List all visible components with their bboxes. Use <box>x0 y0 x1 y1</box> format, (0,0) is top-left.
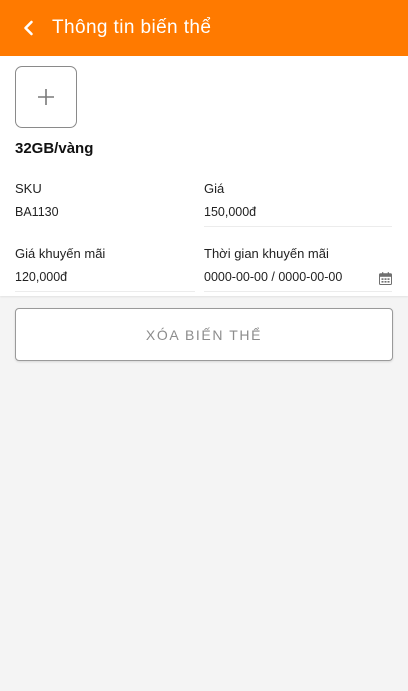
sku-field[interactable]: SKU BA1130 <box>15 181 185 219</box>
price-underline <box>204 226 392 227</box>
add-image-button[interactable] <box>15 66 77 128</box>
price-label: Giá <box>204 181 225 196</box>
plus-icon <box>38 89 54 105</box>
promo-time-value: 0000-00-00 / 0000-00-00 <box>204 270 343 284</box>
variant-name: 32GB/vàng <box>15 140 94 157</box>
price-field[interactable]: Giá 150,000đ <box>204 181 392 227</box>
back-chevron-icon <box>24 20 33 36</box>
promo-time-underline <box>204 291 392 292</box>
variant-info-card: 32GB/vàng SKU BA1130 Giá 150,000đ Giá kh… <box>0 56 408 296</box>
promo-price-value: 120,000đ <box>15 270 68 284</box>
promo-price-label: Giá khuyến mãi <box>15 246 106 261</box>
delete-variant-button[interactable]: XÓA BIẾN THỂ <box>15 308 393 361</box>
promo-price-field[interactable]: Giá khuyến mãi 120,000đ <box>15 246 195 292</box>
sku-value: BA1130 <box>15 205 59 219</box>
back-button[interactable] <box>16 15 42 41</box>
calendar-icon[interactable] <box>379 272 392 285</box>
sku-label: SKU <box>15 181 42 196</box>
price-value: 150,000đ <box>204 205 257 219</box>
promo-time-field[interactable]: Thời gian khuyến mãi 0000-00-00 / 0000-0… <box>204 246 392 292</box>
page-title: Thông tin biến thể <box>52 17 212 38</box>
promo-time-label: Thời gian khuyến mãi <box>204 246 329 261</box>
app-bar: Thông tin biến thể <box>0 0 408 56</box>
promo-price-underline <box>15 291 195 292</box>
